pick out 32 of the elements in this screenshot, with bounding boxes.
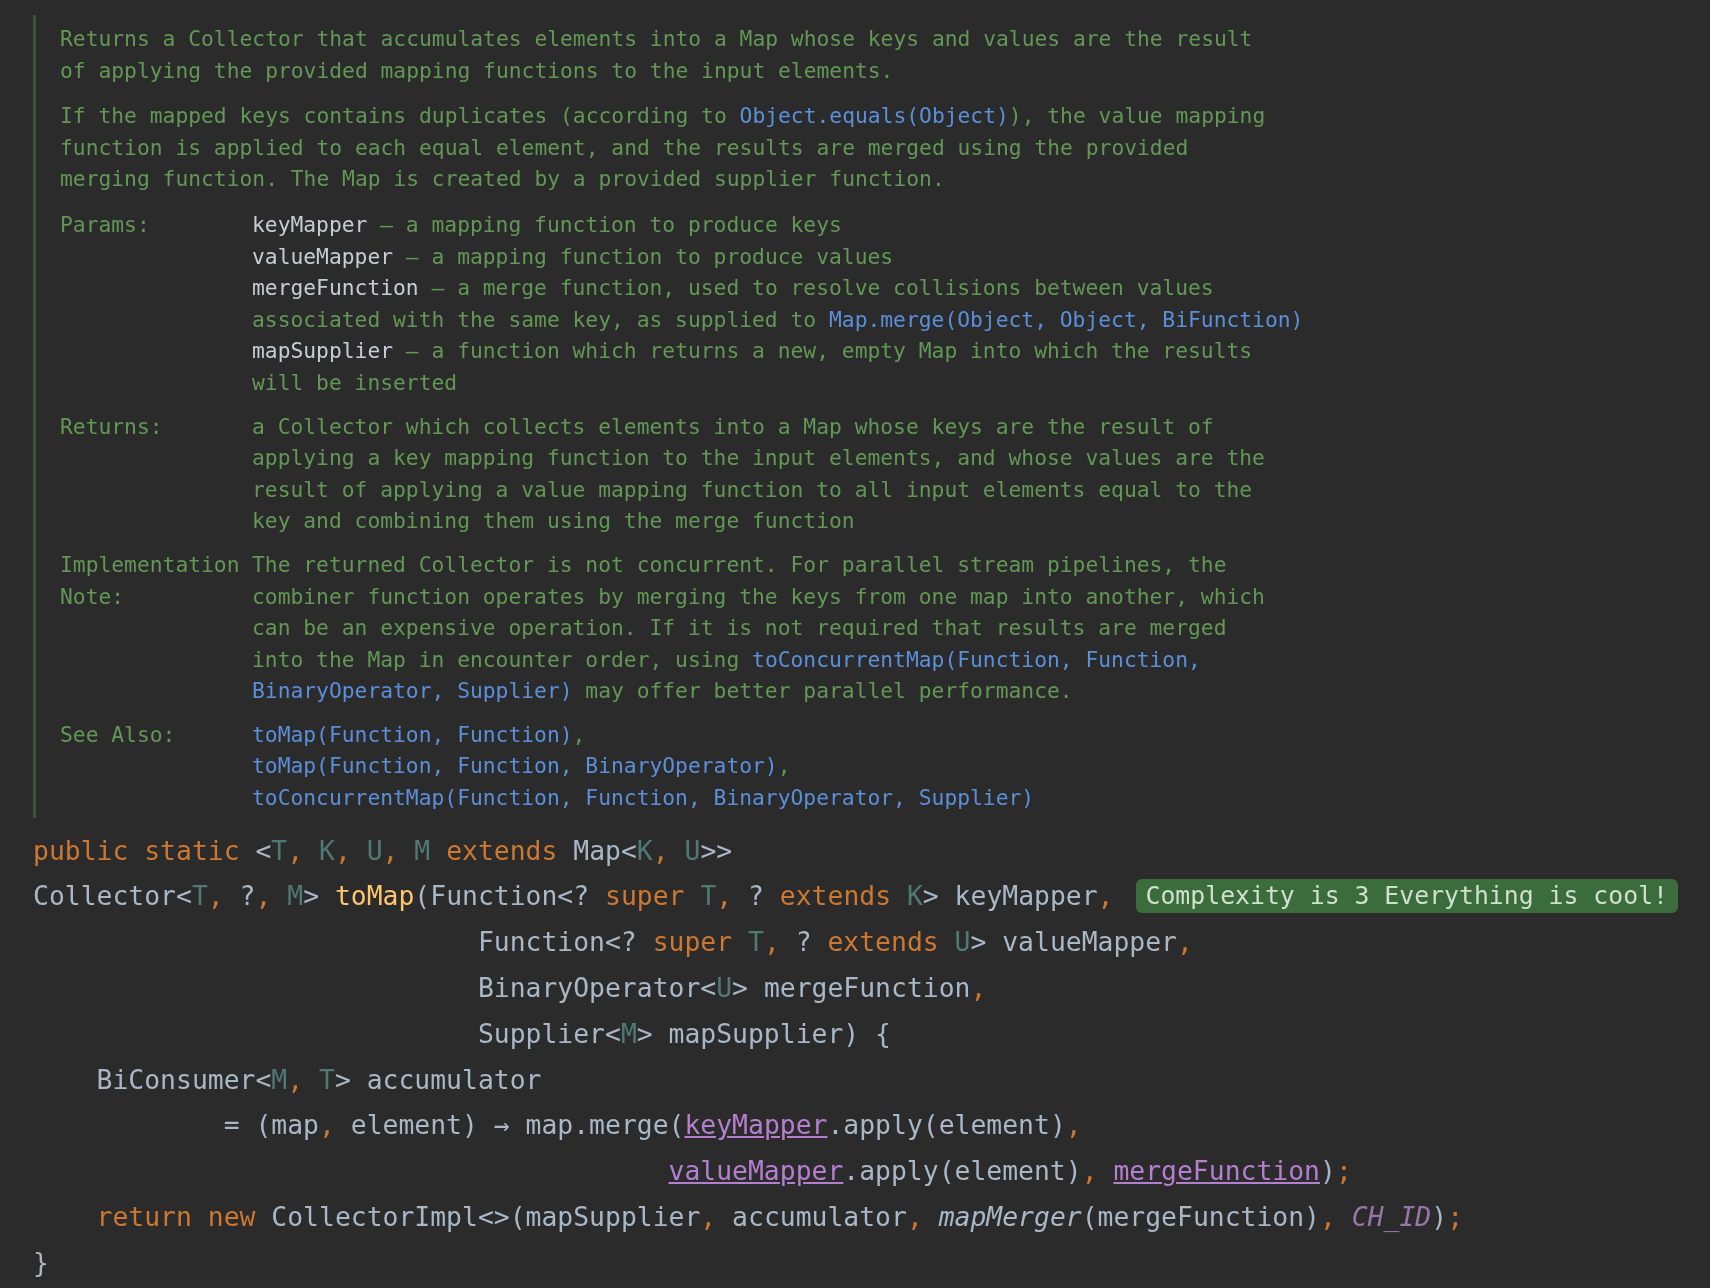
code-line: return new CollectorImpl<>(mapSupplier, accumulator, mapMerger(mergeFunction), CH_ID); xyxy=(95,1200,1463,1235)
doc-link[interactable]: toMap(Function, Function, BinaryOperator) xyxy=(252,753,778,779)
code-line: BiConsumer<M, T> accumulator xyxy=(95,1062,542,1097)
section-text: mapSupplier – a function which returns a new, empty Map into which the results will be inserted xyxy=(252,337,1254,397)
doc-paragraph: If the mapped keys contains duplicates (according to Object.equals(Object)), the value mapping function is applied to each equal element, and the results are merged using the provided merging function. The Map is created by a provided supplier function. xyxy=(60,102,1267,194)
section-text: a Collector which collects elements into a Map whose keys are the result of applying a key mapping function to the input elements, and whose values are the result of applying a value mapping function to all input elements equal to the key and combining them using the merge function xyxy=(252,412,1265,536)
code-line: Function<? super T, ? extends U> valueMapper, xyxy=(476,925,1193,960)
section-text: toMap(Function, Function), xyxy=(252,720,587,749)
doc-link[interactable]: Map.merge(Object, Object, BiFunction) xyxy=(829,306,1304,332)
doc-link[interactable]: toConcurrentMap(Function, Function, BinaryOperator, Supplier) xyxy=(252,785,1035,811)
section-label: Implementation Note: xyxy=(60,550,241,611)
section-text: keyMapper – a mapping function to produce keys xyxy=(252,210,843,239)
section-text: mergeFunction – a merge function, used to resolve collisions between values associated with the same key, as supplied to Map.merge(Object, Object, BiFunction) xyxy=(252,274,1304,334)
code-line: } xyxy=(33,1245,49,1280)
section-label: Returns: xyxy=(60,412,164,441)
doc-link[interactable]: Object.equals(Object) xyxy=(739,103,1009,129)
code-line: Supplier<M> mapSupplier) { xyxy=(476,1016,891,1051)
doc-link[interactable]: toMap(Function, Function) xyxy=(252,721,573,747)
code-line: valueMapper.apply(element), mergeFunction); xyxy=(667,1154,1352,1189)
complexity-hint: Complexity is 3 Everything is cool! xyxy=(1135,879,1678,914)
doc-paragraph: Returns a Collector that accumulates elements into a Map whose keys and values are the result of applying the provided mapping functions to the input elements. xyxy=(60,25,1254,85)
section-label: Params: xyxy=(60,210,151,239)
code-line: Collector<T, ?, M> toMap(Function<? super T, ? extends K> keyMapper, xyxy=(33,879,1114,914)
doc-link[interactable]: BinaryOperator, Supplier) xyxy=(252,678,573,704)
section-text: valueMapper – a mapping function to produce values xyxy=(252,242,895,271)
section-label: See Also: xyxy=(60,720,177,749)
code-line: BinaryOperator<U> mergeFunction, xyxy=(476,971,987,1006)
code-line: public static <T, K, U, M extends Map<K, U>> xyxy=(33,833,733,868)
code-line: = (map, element) → map.merge(keyMapper.apply(element), xyxy=(222,1108,1082,1143)
section-text: toMap(Function, Function, BinaryOperator), xyxy=(252,752,792,781)
doc-link[interactable]: toConcurrentMap(Function, Function, xyxy=(752,646,1201,672)
section-text: The returned Collector is not concurrent. For parallel stream pipelines, the combiner function operates by merging the keys from one map into another, which can be an expensive operation. If it is not required that results are merged into the Map in encounter order, using toConcurrentMap(Function, Function, BinaryOperator, Supplier) may offer better parallel performance. xyxy=(252,550,1265,706)
